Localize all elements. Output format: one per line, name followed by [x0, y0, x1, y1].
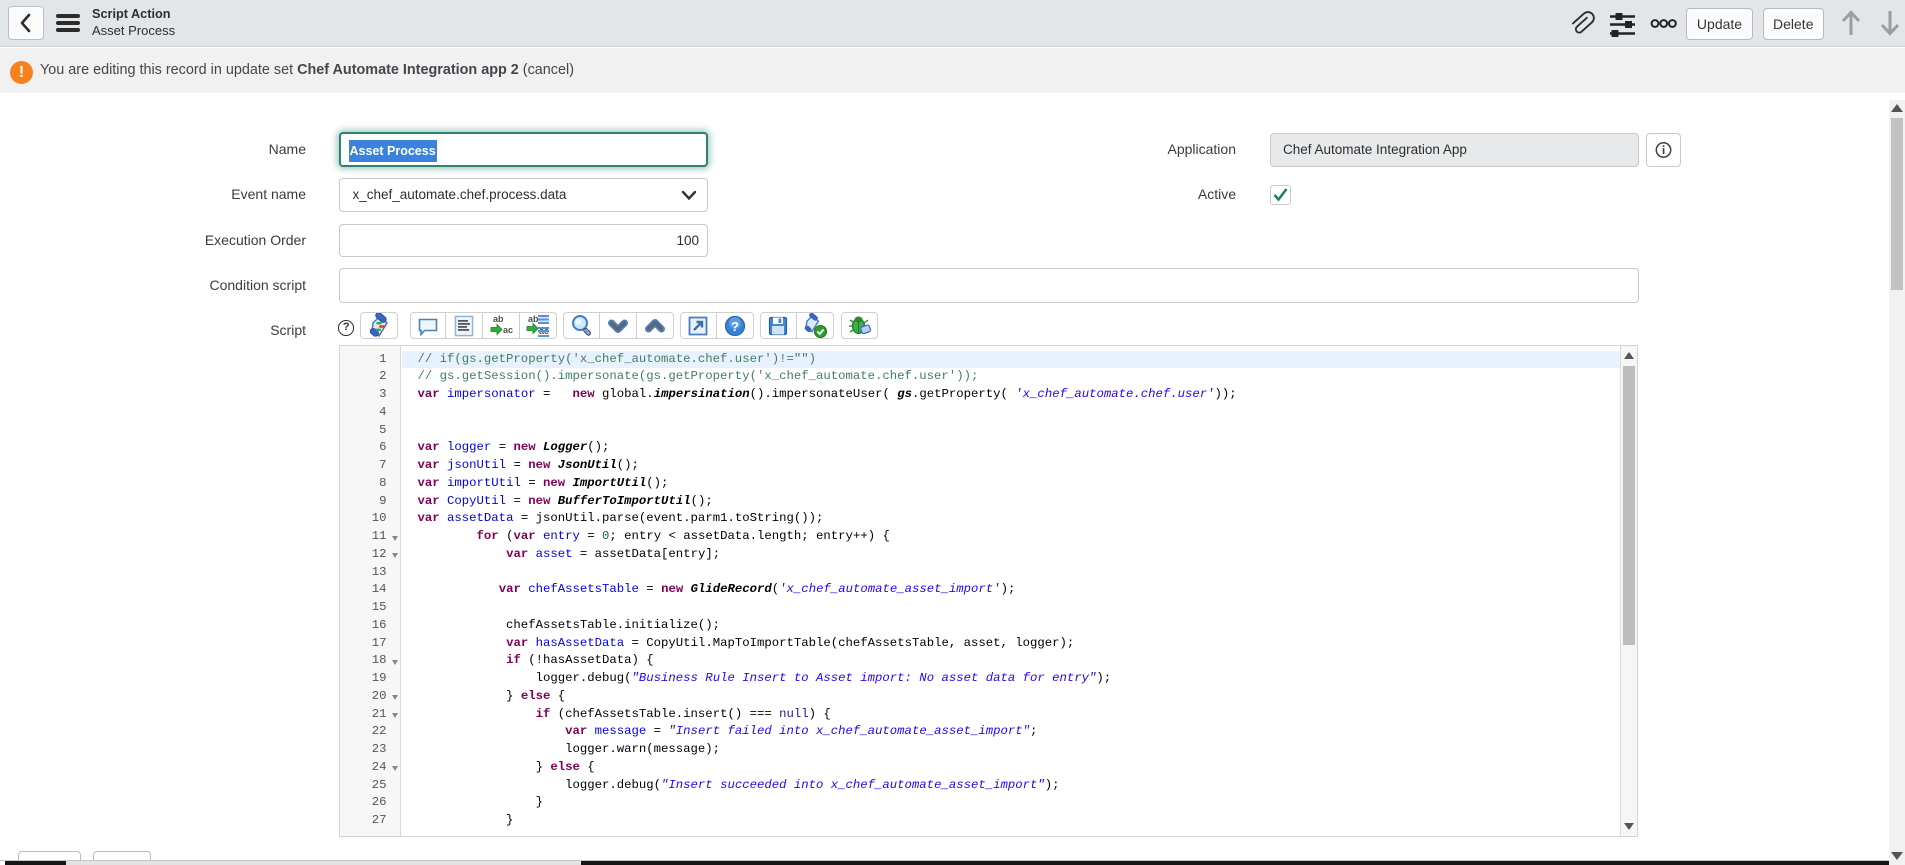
- svg-text:ab: ab: [528, 314, 539, 324]
- svg-text:ac: ac: [503, 325, 513, 335]
- svg-text:ab: ab: [493, 314, 504, 324]
- svg-text:?: ?: [731, 319, 739, 334]
